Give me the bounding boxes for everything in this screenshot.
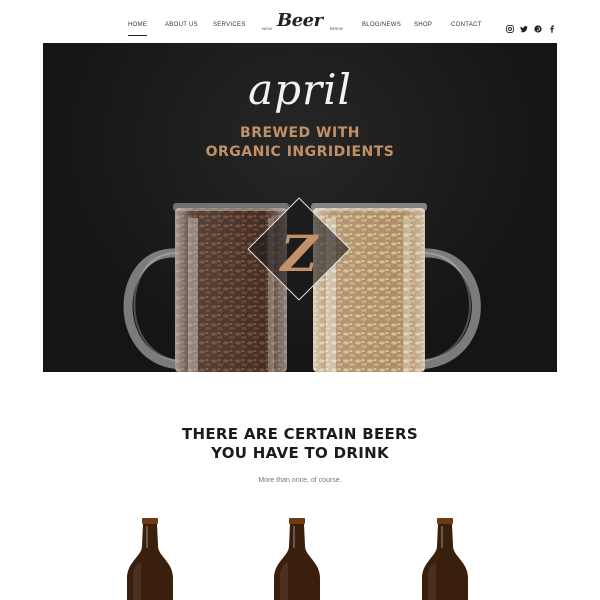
pinterest-icon[interactable] (534, 20, 542, 33)
hero-heading-line2: ORGANIC INGRIDIENTS (205, 144, 395, 160)
top-navigation: HOME ABOUT US SERVICES NEW Beer BREW BLO… (0, 0, 600, 44)
nav-services[interactable]: SERVICES (213, 22, 246, 28)
nav-contact[interactable]: CONTACT (451, 22, 482, 28)
facebook-icon[interactable] (548, 20, 556, 33)
right-mug (311, 203, 481, 372)
nav-shop[interactable]: SHOP (414, 22, 432, 28)
beer-bottle-3[interactable] (420, 518, 470, 600)
section-title-line1: THERE ARE CERTAIN BEERS (181, 425, 419, 443)
section-title-line2: YOU HAVE TO DRINK (211, 444, 389, 462)
twitter-icon[interactable] (520, 20, 528, 33)
left-mug (123, 203, 289, 372)
nav-blog-news[interactable]: BLOG/NEWS (362, 22, 401, 28)
hero-script-title: april (248, 65, 352, 114)
hero-heading-line1: BREWED WITH (240, 125, 360, 141)
social-links (506, 20, 556, 33)
site-logo[interactable]: NEW Beer BREW (262, 10, 344, 38)
logo-small-right: BREW (330, 26, 344, 31)
hero-banner: Z april BREWED WITH ORGANIC INGRIDIENTS (43, 43, 557, 372)
logo-small-left: NEW (262, 26, 273, 31)
nav-home[interactable]: HOME (128, 22, 148, 36)
section-subtitle: More than once, of course. (258, 477, 342, 484)
beer-bottle-2[interactable] (272, 518, 322, 600)
nav-about-us[interactable]: ABOUT US (165, 22, 198, 28)
instagram-icon[interactable] (506, 20, 514, 33)
badge-monogram: Z (279, 224, 320, 283)
logo-script: Beer (277, 10, 323, 31)
beer-bottle-1[interactable] (125, 518, 175, 600)
